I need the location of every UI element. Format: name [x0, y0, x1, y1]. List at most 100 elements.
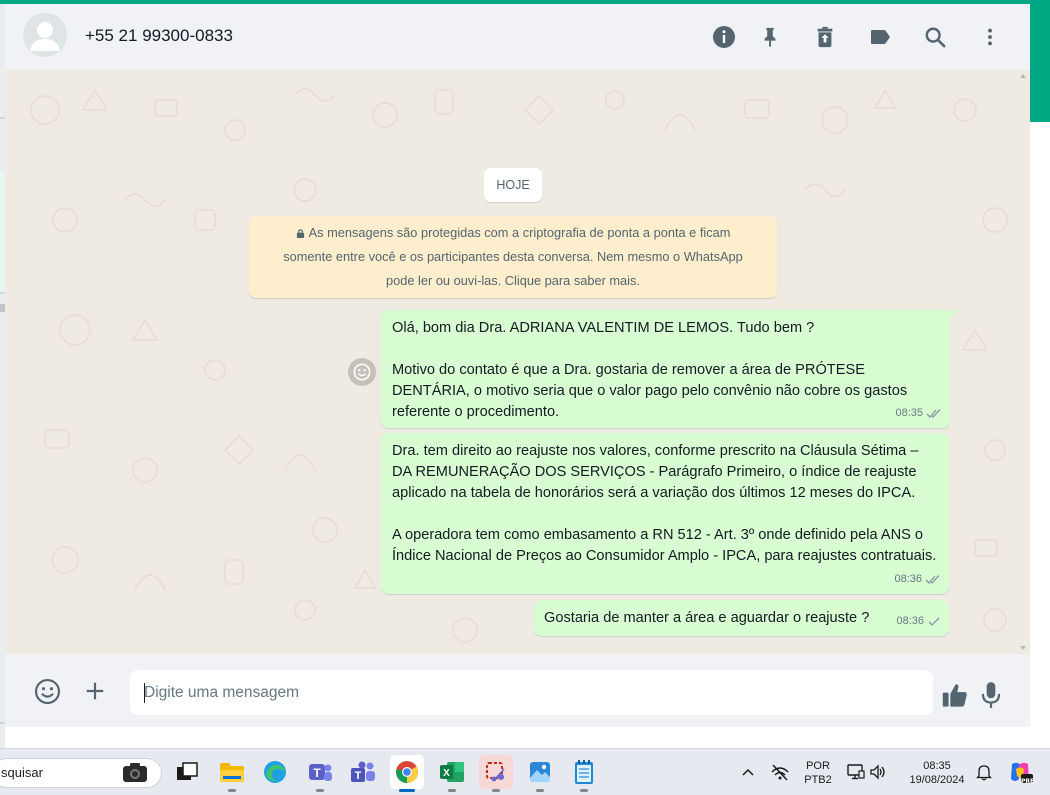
composer-bar	[5, 654, 1030, 727]
taskbar-search-text: squisar	[1, 765, 43, 780]
running-indicator	[580, 789, 588, 792]
taskbar-file-explorer[interactable]	[215, 755, 249, 792]
contact-info-button[interactable]	[711, 24, 737, 50]
photos-icon	[530, 762, 550, 782]
taskbar-excel[interactable]: X	[435, 755, 469, 792]
teams-chat-icon: T	[309, 764, 332, 781]
tray-copilot[interactable]: PRE	[1003, 755, 1037, 789]
clock-time: 08:35	[923, 760, 951, 772]
message-composer[interactable]	[130, 670, 933, 715]
delete-chat-button[interactable]	[812, 24, 838, 50]
edge-icon	[264, 761, 286, 783]
default-avatar-icon	[23, 13, 67, 57]
taskbar-search-camera[interactable]	[118, 755, 152, 789]
bell-icon	[976, 765, 992, 781]
running-indicator	[536, 789, 544, 792]
tray-language[interactable]: POR PTB2	[800, 759, 836, 787]
thumbs-up-button[interactable]	[940, 680, 970, 710]
microphone-icon	[981, 682, 1001, 708]
message-text: Dra. tem direito ao reajuste nos valores…	[392, 443, 937, 564]
chat-menu-button[interactable]	[977, 24, 1003, 50]
voice-message-button[interactable]	[977, 680, 1005, 710]
double-check-icon	[925, 575, 940, 584]
encryption-notice-line-1: As mensagens são protegidas com a cripto…	[308, 225, 731, 240]
running-indicator	[448, 789, 456, 792]
tray-clock[interactable]: 08:35 19/08/2024	[898, 759, 976, 787]
message-list[interactable]: HOJE As mensagens são protegidas com a c…	[5, 70, 1030, 654]
svg-text:T: T	[355, 770, 362, 782]
search-chat-button[interactable]	[922, 24, 948, 50]
emoji-button[interactable]	[32, 676, 62, 706]
active-indicator	[399, 789, 415, 792]
windows-taskbar: squisar T T X POR PTB2 08:35 19/08/2024 …	[0, 748, 1050, 795]
pin-chat-button[interactable]	[757, 24, 783, 50]
chrome-icon	[396, 761, 418, 783]
date-divider: HOJE	[484, 168, 542, 202]
taskbar-teams-personal[interactable]: T	[303, 755, 337, 792]
taskbar-task-view[interactable]	[170, 755, 204, 789]
emoji-icon	[34, 678, 60, 704]
scroll-down-arrow[interactable]	[1020, 646, 1026, 650]
keyboard-layout: PTB2	[804, 774, 832, 786]
svg-text:T: T	[313, 766, 321, 780]
encryption-notice-line-2: somente entre você e os participantes de…	[283, 249, 743, 264]
chevron-up-icon	[742, 768, 754, 776]
search-icon	[925, 27, 946, 48]
taskbar-edge[interactable]	[258, 755, 292, 789]
contact-name[interactable]: +55 21 99300-0833	[85, 26, 233, 46]
message-bubble-1[interactable]: Olá, bom dia Dra. ADRIANA VALENTIM DE LE…	[381, 310, 958, 428]
encryption-notice-line-3: pode ler ou ouvi-las. Clique para saber …	[386, 273, 640, 288]
label-chat-button[interactable]	[867, 24, 893, 50]
message-meta: 08:36	[894, 569, 941, 590]
message-meta: 08:36	[896, 611, 941, 632]
taskbar-snipping-tool[interactable]	[479, 755, 513, 792]
menu-icon	[988, 28, 992, 46]
avatar[interactable]	[23, 13, 67, 57]
tray-notifications[interactable]	[972, 755, 996, 789]
message-time: 08:36	[894, 573, 922, 585]
scroll-up-arrow[interactable]	[1020, 74, 1026, 78]
info-icon	[713, 26, 735, 48]
message-bubble-3[interactable]: Gostaria de manter a área e aguardar o r…	[534, 600, 949, 636]
label-icon	[871, 30, 890, 44]
react-button[interactable]	[348, 358, 376, 386]
tray-display[interactable]	[844, 755, 868, 789]
smiley-icon	[353, 363, 371, 381]
background-window	[1030, 122, 1050, 748]
message-bubble-2[interactable]: Dra. tem direito ao reajuste nos valores…	[381, 433, 949, 594]
folder-icon	[220, 763, 244, 782]
taskbar-notepad[interactable]	[567, 755, 601, 792]
encryption-notice[interactable]: As mensagens são protegidas com a cripto…	[249, 216, 777, 298]
excel-icon: X	[440, 762, 464, 782]
delete-icon	[817, 26, 833, 48]
thumbs-up-icon	[942, 684, 967, 707]
camera-icon	[123, 763, 147, 782]
message-time: 08:36	[896, 615, 924, 627]
running-indicator	[492, 789, 500, 792]
svg-text:X: X	[443, 768, 450, 779]
attach-button[interactable]	[82, 678, 108, 704]
snipping-tool-icon	[486, 762, 505, 782]
monitor-icon	[847, 764, 865, 780]
tray-show-hidden-icons[interactable]	[736, 755, 760, 789]
double-check-icon	[926, 409, 941, 418]
running-indicator	[316, 789, 324, 792]
taskbar-teams[interactable]: T	[346, 755, 380, 789]
notepad-icon	[575, 760, 593, 784]
background-window-accent	[1030, 4, 1050, 122]
plus-icon	[86, 682, 104, 700]
bubble-tail	[948, 310, 958, 322]
taskbar-chrome[interactable]	[390, 755, 424, 792]
preview-badge: PRE	[1021, 778, 1035, 785]
running-indicator	[228, 789, 236, 792]
taskbar-photos[interactable]	[523, 755, 557, 792]
pin-icon	[764, 27, 776, 48]
single-check-icon	[928, 617, 940, 626]
lock-icon	[296, 229, 304, 238]
tray-network[interactable]	[766, 755, 794, 789]
message-text: Gostaria de manter a área e aguardar o r…	[544, 610, 870, 626]
task-view-icon	[177, 762, 198, 780]
no-internet-icon	[771, 764, 789, 781]
message-input[interactable]	[144, 670, 924, 715]
tray-volume[interactable]	[866, 755, 890, 789]
